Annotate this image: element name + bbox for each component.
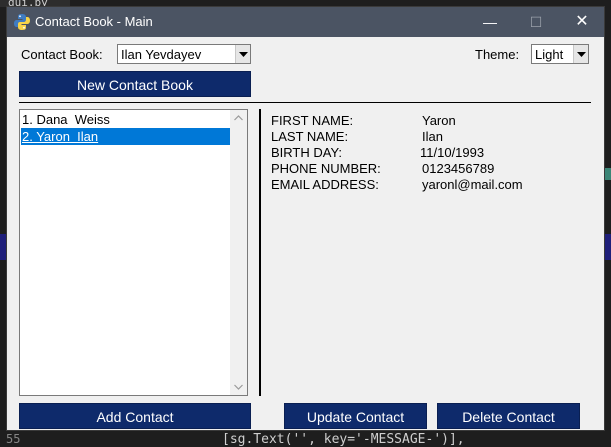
last-name-label: LAST NAME:: [271, 129, 349, 144]
last-name-value: Ilan: [422, 129, 443, 144]
email-value: yaronl@mail.com: [422, 177, 523, 192]
python-icon: [13, 13, 31, 31]
birthday-value: 11/10/1993: [420, 145, 485, 160]
window-title: Contact Book - Main: [35, 14, 153, 29]
vertical-divider: [259, 109, 261, 396]
list-item-contact-2[interactable]: 2. Yaron Ilan: [21, 128, 231, 145]
contact-book-label: Contact Book:: [21, 47, 103, 62]
scroll-up-icon[interactable]: [234, 115, 243, 121]
list-item-contact-1[interactable]: 1. Dana Weiss: [21, 111, 231, 128]
phone-value: 0123456789: [422, 161, 495, 176]
contacts-list[interactable]: 1. Dana Weiss 2. Yaron Ilan: [19, 109, 248, 396]
new-contact-book-button[interactable]: New Contact Book: [19, 71, 251, 97]
theme-label: Theme:: [475, 47, 520, 62]
list-scrollbar[interactable]: [230, 110, 247, 395]
close-button[interactable]: ✕: [559, 7, 605, 37]
contact-book-select[interactable]: Ilan Yevdayev: [117, 44, 251, 64]
minimize-button[interactable]: —: [467, 7, 513, 37]
chevron-down-icon[interactable]: [235, 45, 250, 63]
update-contact-button[interactable]: Update Contact: [284, 403, 427, 429]
first-name-value: Yaron: [422, 113, 456, 128]
horizontal-divider: [19, 102, 591, 103]
delete-contact-button[interactable]: Delete Contact: [437, 403, 580, 429]
maximize-button[interactable]: ☐: [513, 7, 559, 37]
contact-book-value: Ilan Yevdayev: [121, 47, 202, 62]
phone-label: PHONE NUMBER:: [271, 161, 381, 176]
scroll-down-icon[interactable]: [234, 384, 243, 390]
first-name-label: FIRST NAME:: [271, 113, 354, 128]
add-contact-button[interactable]: Add Contact: [19, 403, 251, 429]
theme-value: Light: [535, 47, 564, 62]
birthday-label: BIRTH DAY:: [271, 145, 343, 160]
title-bar[interactable]: Contact Book - Main — ☐ ✕: [7, 7, 604, 37]
email-label: EMAIL ADDRESS:: [271, 177, 379, 192]
editor-code-line: [sg.Text('', key='-MESSAGE-')],: [222, 432, 465, 447]
contact-book-window: Contact Book - Main — ☐ ✕ Contact Book: …: [6, 6, 605, 431]
chevron-down-icon[interactable]: [573, 45, 588, 63]
theme-select[interactable]: Light: [531, 44, 589, 64]
